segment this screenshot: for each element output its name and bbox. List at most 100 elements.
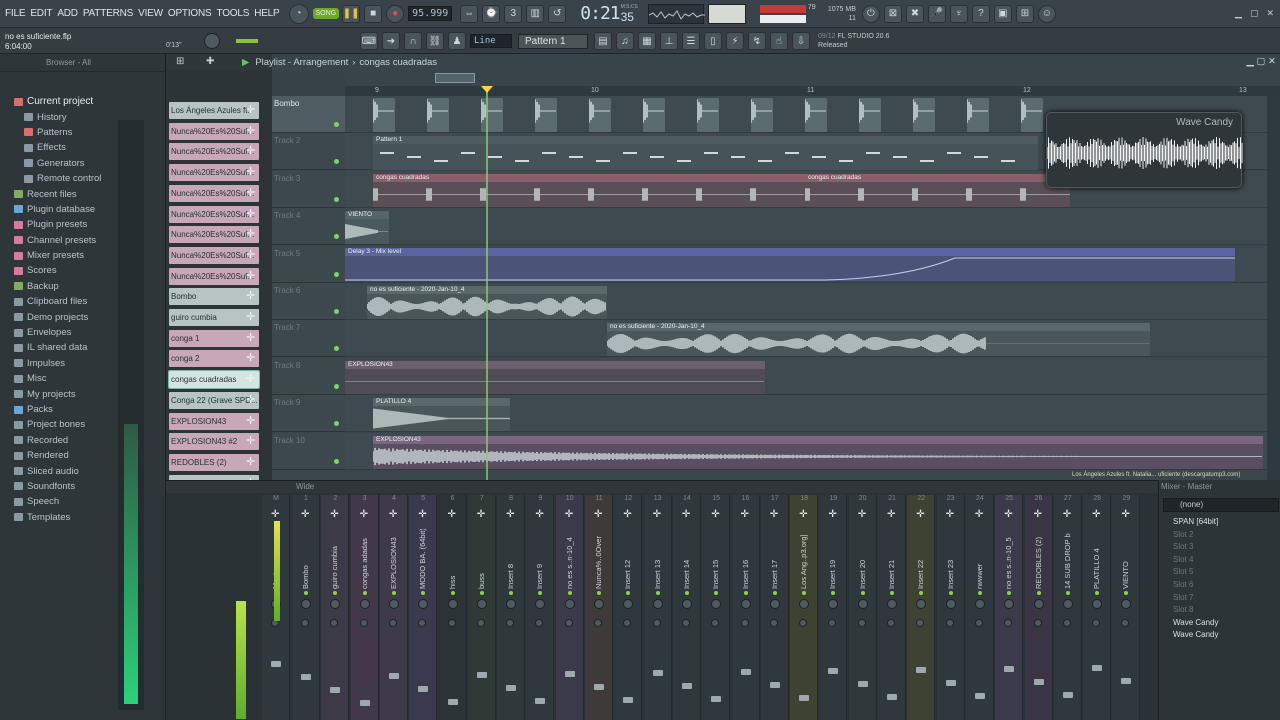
menu-tools[interactable]: TOOLS xyxy=(216,8,249,19)
volume-fader[interactable] xyxy=(301,674,311,680)
mixer-strip[interactable]: 26 ✛ REDOBLES (2) xyxy=(1024,495,1053,720)
pan-knob[interactable] xyxy=(1121,599,1132,609)
bombo-clip[interactable] xyxy=(427,98,449,132)
send-led[interactable] xyxy=(772,591,777,595)
bombo-clip[interactable] xyxy=(373,98,395,132)
insert-add-icon[interactable]: ✛ xyxy=(1092,509,1100,520)
power-icon[interactable]: ⏻ xyxy=(861,4,880,23)
send-led[interactable] xyxy=(831,591,836,595)
volume-fader[interactable] xyxy=(681,683,692,689)
pan-knob[interactable] xyxy=(711,599,722,609)
stereo-knob[interactable] xyxy=(769,619,778,627)
volume-fader[interactable] xyxy=(974,693,985,699)
channel-add-icon[interactable]: ✛ xyxy=(246,374,256,385)
song-mode-toggle[interactable]: SONG xyxy=(312,8,340,19)
pan-knob[interactable] xyxy=(916,599,927,609)
explosion-clip-2[interactable]: EXPLOSION43 xyxy=(373,436,1263,469)
insert-add-icon[interactable]: ✛ xyxy=(1034,509,1042,520)
track-header[interactable]: Track 2 xyxy=(272,133,345,171)
effect-slot[interactable]: Slot 4 xyxy=(1159,554,1280,567)
pan-knob[interactable] xyxy=(301,599,311,609)
channel-add-icon[interactable]: ✛ xyxy=(246,208,256,219)
insert-add-icon[interactable]: ✛ xyxy=(448,509,456,520)
send-led[interactable] xyxy=(333,591,338,595)
wait-icon[interactable]: ⌚ xyxy=(482,4,501,23)
automation-curve[interactable] xyxy=(345,256,1235,281)
metronome-icon[interactable]: ◔ xyxy=(288,3,309,24)
insert-add-icon[interactable]: ✛ xyxy=(623,509,631,520)
track-mute-led[interactable] xyxy=(334,196,339,202)
stereo-knob[interactable] xyxy=(564,619,573,627)
volume-fader[interactable] xyxy=(828,668,839,674)
insert-add-icon[interactable]: ✛ xyxy=(741,509,749,520)
volume-fader[interactable] xyxy=(476,672,487,678)
menu-help[interactable]: HELP xyxy=(254,8,280,19)
platillo-clip[interactable]: PLATILLO 4 xyxy=(373,398,510,431)
arrow-right-icon[interactable]: ➜ xyxy=(382,32,400,50)
effect-slot[interactable]: SPAN [64bit] xyxy=(1159,516,1280,529)
piano-roll-icon[interactable]: ♫ xyxy=(616,32,634,50)
track-mute-led[interactable] xyxy=(334,421,339,427)
stereo-knob[interactable] xyxy=(740,619,749,627)
stereo-knob[interactable] xyxy=(1033,619,1042,627)
volume-fader[interactable] xyxy=(916,667,927,673)
pan-knob[interactable] xyxy=(447,599,458,609)
pan-knob[interactable] xyxy=(330,599,341,609)
playlist-scrollbar[interactable] xyxy=(1267,96,1280,480)
insert-add-icon[interactable]: ✛ xyxy=(975,509,983,520)
volume-fader[interactable] xyxy=(887,694,897,700)
pan-knob[interactable] xyxy=(506,599,517,609)
volume-fader[interactable] xyxy=(1092,665,1103,671)
channel-add-icon[interactable]: ✛ xyxy=(246,229,256,240)
mixer-strip[interactable]: 18 ✛ Los Ang..p3.org] xyxy=(790,495,819,720)
insert-input-select[interactable]: (none) xyxy=(1163,498,1279,512)
track-header[interactable]: Track 6 xyxy=(272,283,345,320)
master-level[interactable] xyxy=(707,3,746,24)
mixer-strip[interactable]: 14 ✛ Insert 14 xyxy=(672,495,701,720)
channel-add-icon[interactable]: ✛ xyxy=(246,146,256,157)
insert-add-icon[interactable]: ✛ xyxy=(770,509,778,520)
effect-slot[interactable]: Wave Candy xyxy=(1159,617,1280,630)
volume-fader[interactable] xyxy=(535,698,546,704)
send-led[interactable] xyxy=(860,591,865,595)
effect-slot[interactable]: Slot 2 xyxy=(1159,529,1280,542)
volume-fader[interactable] xyxy=(1062,692,1073,698)
mixer-strip[interactable]: 10 ✛ no es s..n-10_4 xyxy=(555,495,584,720)
pan-knob[interactable] xyxy=(535,599,546,609)
microphone-icon[interactable]: 🎤 xyxy=(927,4,946,23)
channel-add-icon[interactable]: ✛ xyxy=(246,249,256,260)
volume-fader[interactable] xyxy=(769,682,780,688)
stereo-knob[interactable] xyxy=(359,619,368,627)
track-mute-led[interactable] xyxy=(334,271,339,277)
insert-add-icon[interactable]: ✛ xyxy=(389,509,397,520)
volume-fader[interactable] xyxy=(652,670,663,676)
stereo-knob[interactable] xyxy=(506,619,515,627)
pan-knob[interactable] xyxy=(1092,599,1103,609)
stereo-knob[interactable] xyxy=(476,619,485,627)
channel-add-icon[interactable]: ✛ xyxy=(246,105,256,116)
track-mute-led[interactable] xyxy=(334,309,339,314)
mixer-view-label[interactable]: Wide xyxy=(296,482,314,491)
bombo-clip[interactable] xyxy=(535,98,557,132)
congas-clip[interactable]: congas cuadradas xyxy=(373,174,805,207)
link-icon[interactable]: ⛓ xyxy=(426,32,444,50)
volume-fader[interactable] xyxy=(359,700,370,706)
step-edit-icon[interactable]: ▥ xyxy=(526,4,545,23)
arrow-right-icon[interactable]: ▶ xyxy=(242,57,249,68)
playlist-zoom-thumb[interactable] xyxy=(435,73,475,83)
bombo-clip[interactable] xyxy=(805,98,827,132)
insert-add-icon[interactable]: ✛ xyxy=(799,509,807,520)
track-header[interactable]: Track 4 xyxy=(272,208,345,246)
mixer-strip[interactable]: 25 ✛ no es s..n-10_5 xyxy=(995,495,1024,720)
mixer-strip[interactable]: 23 ✛ Insert 23 xyxy=(936,495,965,720)
master-pitch-slider[interactable] xyxy=(236,39,258,43)
wave-candy-plugin[interactable]: Wave Candy xyxy=(1046,112,1243,188)
tuning-fork-icon[interactable]: ♆ xyxy=(949,4,968,23)
track-header[interactable]: Track 5 xyxy=(272,245,345,283)
insert-add-icon[interactable]: ✛ xyxy=(946,509,954,520)
pan-knob[interactable] xyxy=(769,599,780,609)
stereo-knob[interactable] xyxy=(681,619,690,627)
insert-add-icon[interactable]: ✛ xyxy=(887,509,895,520)
send-led[interactable] xyxy=(479,591,484,595)
insert-add-icon[interactable]: ✛ xyxy=(828,509,836,520)
